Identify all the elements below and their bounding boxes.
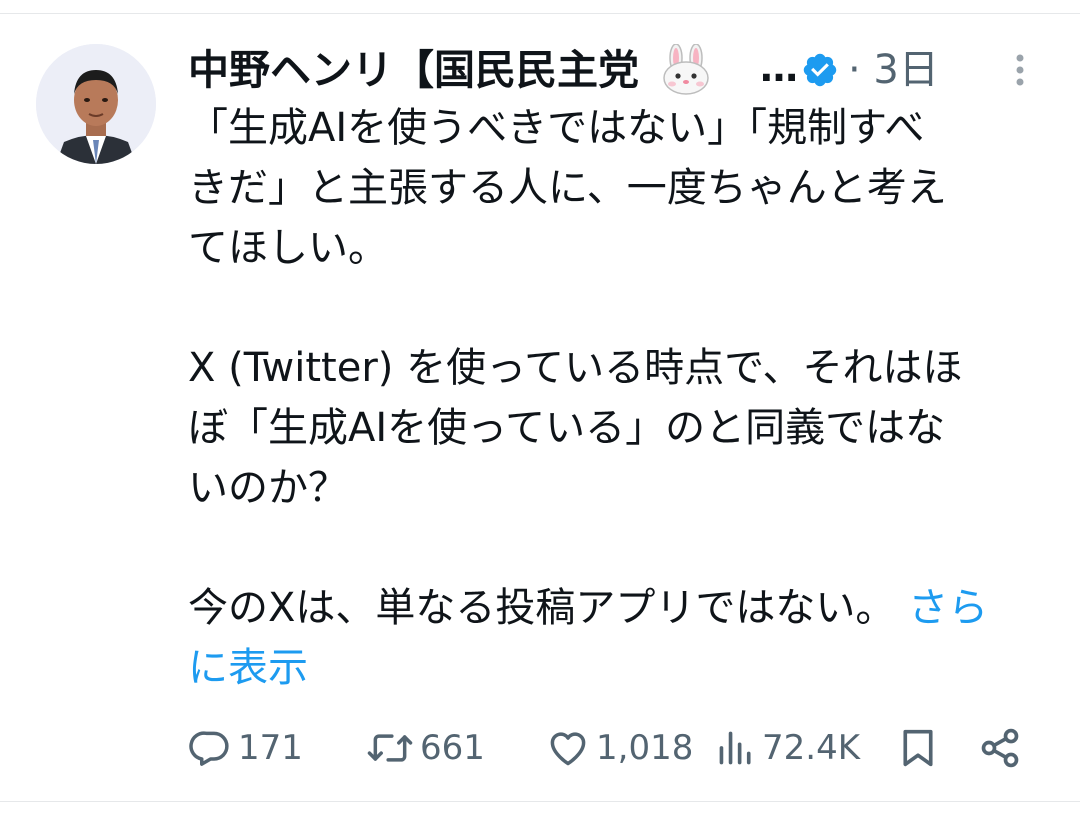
tweet-header: 中野ヘンリ【国民民主党 … · 3日	[188, 40, 1048, 100]
tweet-line: X (Twitter) を使っている時点で、それはほ	[188, 345, 963, 391]
top-divider	[0, 13, 1080, 14]
tweet-time[interactable]: · 3日	[848, 40, 939, 100]
reply-count: 171	[238, 728, 303, 768]
tweet-line-last: 今のXは、単なる投稿アプリではない。 さら	[188, 578, 1030, 638]
like-count: 1,018	[596, 728, 694, 768]
views-count: 72.4K	[762, 728, 860, 768]
name-ellipsis: …	[760, 46, 798, 90]
show-more-link-cont[interactable]: に表示	[188, 638, 1030, 698]
reply-icon	[189, 731, 229, 766]
bookmark-button[interactable]	[898, 718, 938, 778]
show-more-link[interactable]: さら	[908, 585, 988, 631]
tweet-line: ぼ「生成AIを使っている」のと同義ではな	[188, 405, 946, 451]
tweet-line: きだ」と主張する人に、一度ちゃんと考え	[188, 165, 947, 211]
share-button[interactable]	[978, 718, 1022, 778]
avatar-image	[36, 44, 156, 164]
views-button[interactable]: 72.4K	[716, 718, 860, 778]
tweet-actions: 171 661 1,018 72.4K	[188, 718, 1048, 778]
author-name[interactable]: 中野ヘンリ【国民民主党	[188, 40, 658, 100]
views-icon	[719, 731, 751, 765]
heart-icon	[550, 732, 586, 766]
avatar[interactable]	[36, 44, 156, 164]
like-button[interactable]: 1,018	[546, 718, 693, 778]
tweet-text: 「生成AIを使うべきではない」「規制すべ きだ」と主張する人に、一度ちゃんと考え…	[188, 98, 1030, 698]
tweet-line: 今のXは、単なる投稿アプリではない。	[188, 585, 896, 631]
share-icon	[981, 728, 1019, 768]
verified-badge-icon[interactable]	[801, 51, 839, 89]
reply-button[interactable]: 171	[188, 718, 303, 778]
retweet-button[interactable]: 661	[366, 718, 485, 778]
tweet-line: てほしい。	[188, 225, 388, 271]
tweet-line: いのか？	[188, 465, 348, 511]
more-vertical-icon[interactable]	[1010, 50, 1030, 90]
retweet-icon	[367, 734, 413, 762]
rabbit-icon	[663, 44, 709, 95]
bookmark-icon	[903, 729, 933, 767]
tweet-line: 「生成AIを使うべきではない」「規制すべ	[188, 105, 925, 151]
bottom-divider	[0, 801, 1080, 802]
retweet-count: 661	[420, 728, 485, 768]
